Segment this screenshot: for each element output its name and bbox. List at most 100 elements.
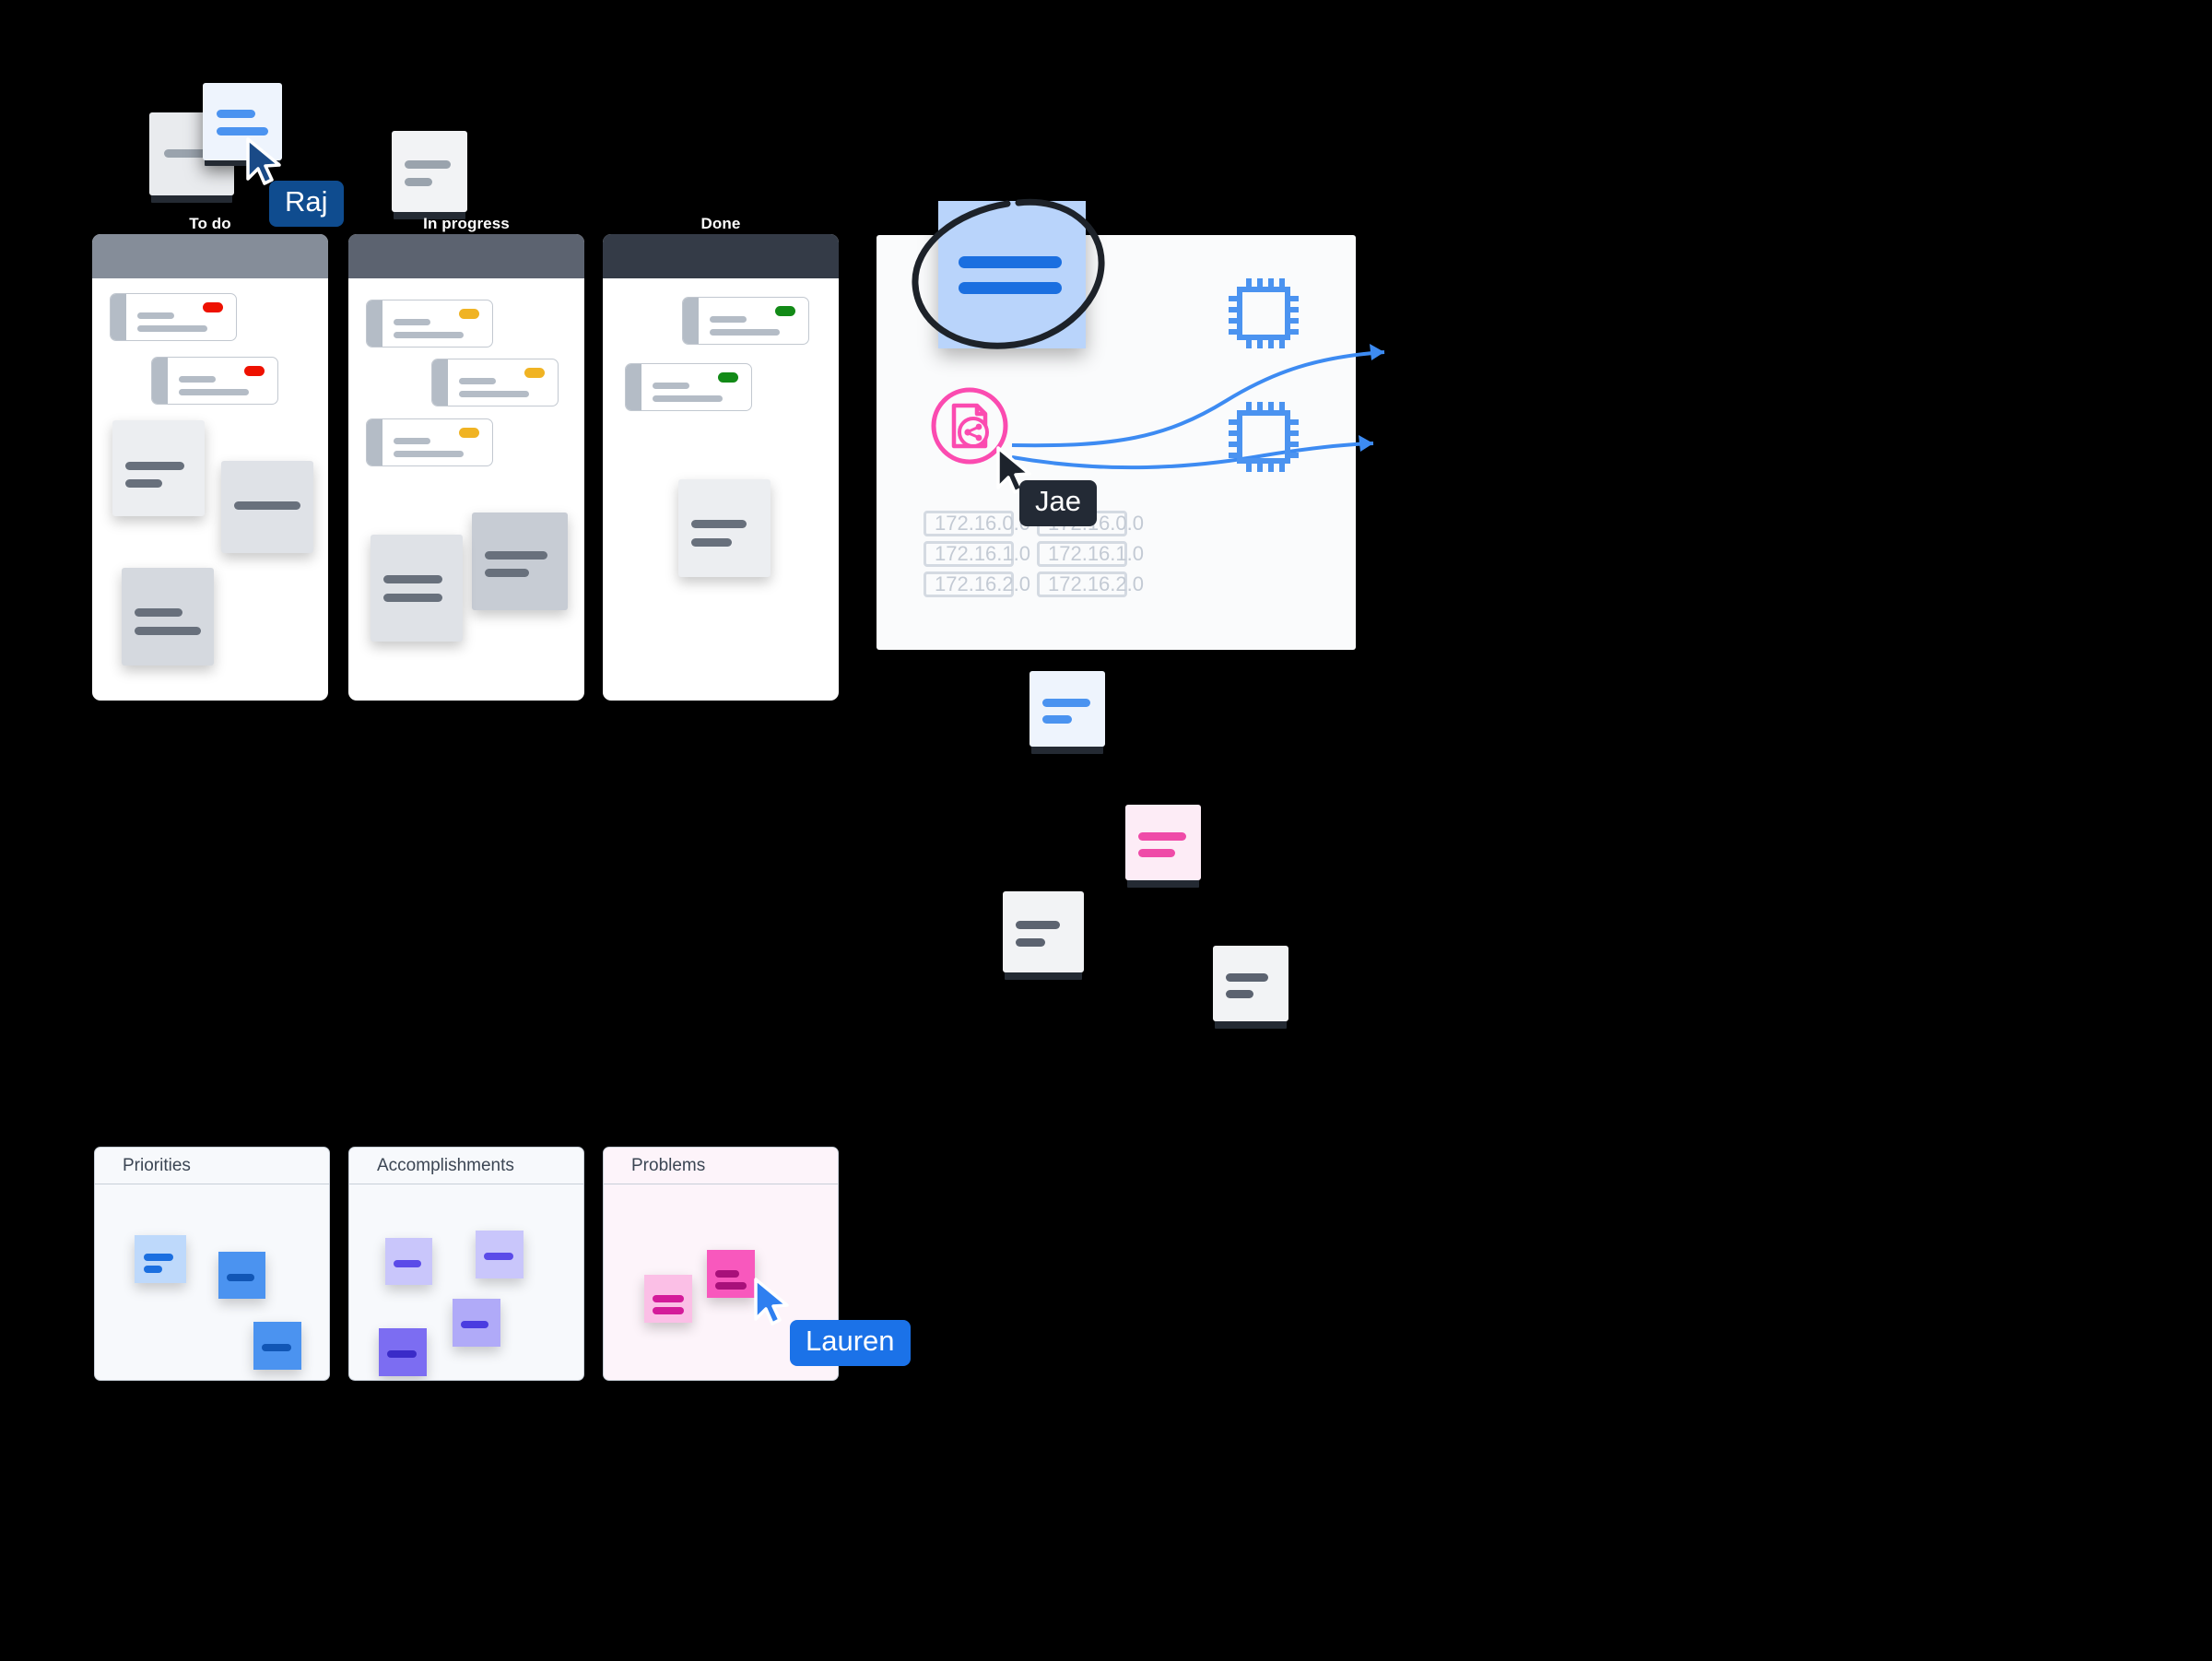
red-status-dot (244, 366, 265, 376)
column-sticky-note[interactable] (472, 512, 568, 610)
column-label-done: Done (700, 215, 741, 232)
card-rail (152, 358, 168, 404)
column-label-inprogress: In progress (423, 215, 510, 232)
floating-note-right[interactable] (1030, 671, 1105, 747)
column-header-inprogress (348, 234, 584, 278)
kanban-card[interactable] (625, 363, 752, 411)
kanban-card[interactable] (431, 359, 559, 406)
cpu-chip-icon[interactable] (1221, 395, 1306, 479)
sticky-line (653, 1295, 684, 1302)
card-rail (367, 300, 382, 347)
ip-field[interactable]: 172.16.1.0 (924, 541, 1030, 567)
card-line (710, 316, 747, 323)
note-line (1138, 832, 1186, 841)
cursor-label-jae: Jae (1019, 480, 1097, 526)
note-line (135, 608, 182, 617)
retro-sticky-note[interactable] (218, 1252, 265, 1299)
column-sticky-note[interactable] (371, 535, 463, 642)
note-line (125, 462, 184, 470)
retro-sticky-note[interactable] (385, 1238, 432, 1285)
column-sticky-note[interactable] (122, 568, 214, 666)
kanban-card[interactable] (366, 418, 493, 466)
sticky-line (715, 1270, 739, 1278)
card-line (394, 438, 430, 444)
note-line (217, 127, 268, 135)
sticky-line (227, 1274, 254, 1281)
note-line (691, 520, 747, 528)
amber-status-dot (459, 309, 479, 319)
note-line (485, 551, 547, 560)
card-line (394, 451, 464, 457)
sticky-line (461, 1321, 488, 1328)
card-rail (683, 298, 699, 344)
sticky-line (394, 1260, 421, 1267)
note-line (405, 160, 451, 169)
note-line (234, 501, 300, 510)
note-line (691, 538, 732, 547)
retro-sticky-note[interactable] (379, 1328, 427, 1376)
column-sticky-note[interactable] (112, 420, 205, 516)
note-line (1138, 849, 1175, 857)
kanban-card[interactable] (151, 357, 278, 405)
kanban-column-inprogress[interactable] (348, 234, 584, 701)
note-line (405, 178, 432, 186)
card-body (699, 298, 808, 344)
column-header-done (603, 234, 839, 278)
ip-field[interactable]: 172.16.1.0 (1037, 541, 1144, 567)
kanban-card[interactable] (366, 300, 493, 348)
note-line (1226, 990, 1253, 998)
card-body (382, 419, 492, 465)
retro-sticky-note[interactable] (253, 1322, 301, 1370)
sticky-line (144, 1254, 173, 1261)
retro-board-title: Accomplishments (349, 1148, 583, 1184)
kanban-column-done[interactable] (603, 234, 839, 701)
card-rail (432, 359, 448, 406)
note-line (1042, 699, 1090, 707)
note-line (1226, 973, 1268, 982)
sticky-line (715, 1282, 747, 1290)
card-rail (626, 364, 641, 410)
retro-sticky-note[interactable] (476, 1231, 524, 1278)
ip-field[interactable]: 172.16.2.0 (1037, 571, 1144, 597)
card-line (179, 389, 249, 395)
ip-field[interactable]: 172.16.2.0 (924, 571, 1030, 597)
floating-note-pink[interactable] (1125, 805, 1201, 880)
retro-sticky-note[interactable] (644, 1275, 692, 1323)
retro-sticky-note[interactable] (453, 1299, 500, 1347)
note-line (217, 110, 255, 118)
kanban-card[interactable] (682, 297, 809, 345)
note-line (164, 149, 208, 158)
kanban-column-todo[interactable] (92, 234, 328, 701)
card-body (126, 294, 236, 340)
sticky-line (484, 1253, 513, 1260)
card-line (653, 383, 689, 389)
note-line (135, 627, 201, 635)
ip-field[interactable]: 172.16.0.0 (924, 511, 1030, 536)
retro-sticky-note[interactable] (135, 1235, 186, 1283)
floating-note-right[interactable] (1213, 946, 1288, 1021)
floating-note-inprogress[interactable] (392, 131, 467, 212)
card-body (641, 364, 751, 410)
column-sticky-note[interactable] (678, 479, 771, 577)
kanban-card[interactable] (110, 293, 237, 341)
note-line (1016, 938, 1045, 947)
card-line (459, 391, 529, 397)
note-line (485, 569, 529, 577)
floating-note-right[interactable] (1003, 891, 1084, 972)
cpu-chip-icon[interactable] (1221, 271, 1306, 356)
note-line (1016, 921, 1060, 929)
cursor-pointer-lauren (751, 1277, 794, 1330)
retro-board-priorities[interactable]: Priorities (94, 1147, 330, 1381)
red-status-dot (203, 302, 223, 312)
green-status-dot (718, 372, 738, 383)
column-header-todo (92, 234, 328, 278)
note-line (383, 594, 442, 602)
card-line (137, 325, 207, 332)
card-body (448, 359, 558, 406)
retro-board-accomplishments[interactable]: Accomplishments (348, 1147, 584, 1381)
retro-sticky-note[interactable] (707, 1250, 755, 1298)
column-sticky-note[interactable] (221, 461, 313, 553)
sticky-line (262, 1344, 291, 1351)
card-rail (111, 294, 126, 340)
amber-status-dot (524, 368, 545, 378)
